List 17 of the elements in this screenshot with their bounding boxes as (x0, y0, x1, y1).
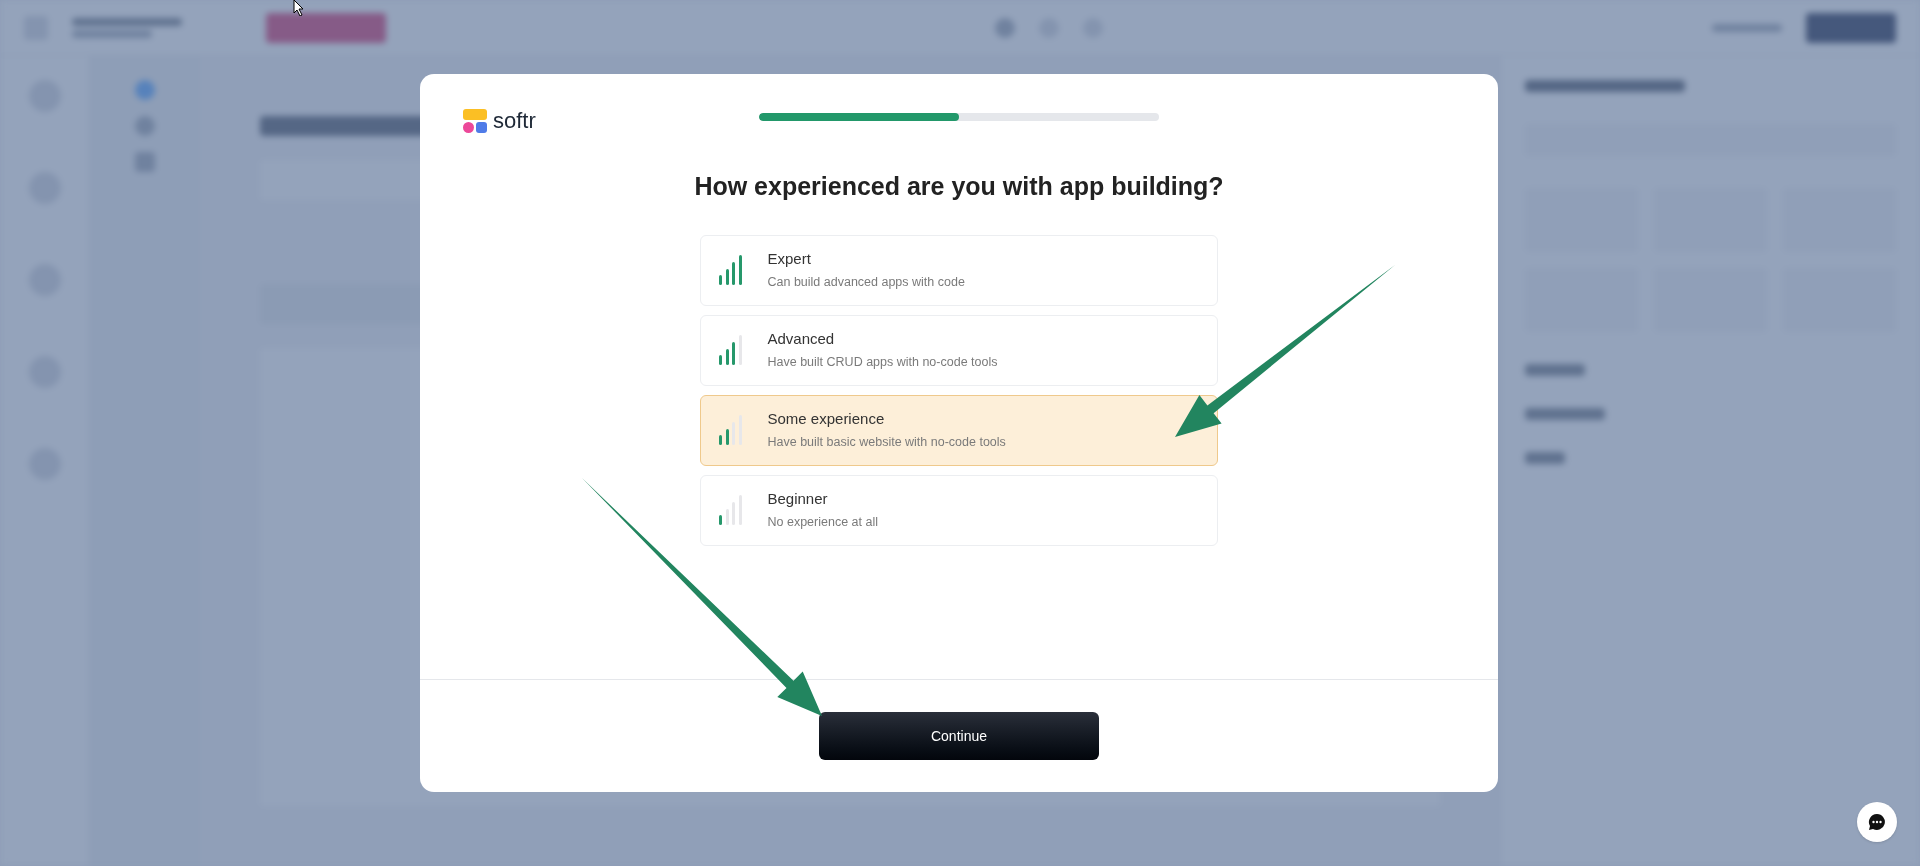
option-card[interactable]: Expert Can build advanced apps with code (700, 234, 1218, 306)
chat-bubble-icon (1868, 813, 1886, 831)
option-title: Advanced (767, 328, 836, 349)
option-title: Some experience (767, 408, 886, 429)
option-title: Beginner (767, 488, 829, 509)
option-card[interactable]: Advanced Have built CRUD apps with no-code tools (700, 314, 1218, 386)
option-card[interactable]: Some experience Have built basic website with no-code tools (700, 394, 1218, 466)
option-card[interactable]: Beginner No experience at all (700, 474, 1218, 546)
question-heading: How experienced are you with app building? (694, 171, 1224, 202)
option-title: Expert (767, 248, 812, 269)
continue-button[interactable]: Continue (819, 712, 1099, 760)
logo-text: softr (493, 107, 536, 135)
option-description: Can build advanced apps with code (767, 274, 965, 292)
option-description: Have built basic website with no-code tools (767, 434, 1006, 452)
option-description: No experience at all (767, 514, 878, 532)
logo-icon (463, 108, 487, 133)
option-description: Have built CRUD apps with no-code tools (767, 354, 998, 372)
